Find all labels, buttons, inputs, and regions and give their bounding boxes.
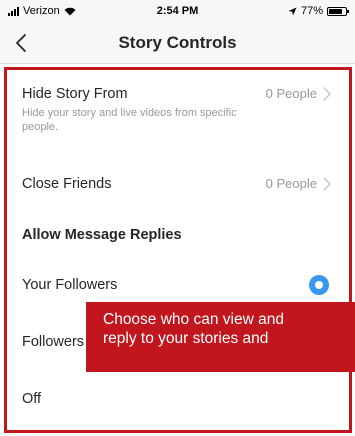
battery-icon xyxy=(327,6,349,16)
allow-message-replies-header: Allow Message Replies xyxy=(22,227,182,243)
hide-story-from-row[interactable]: Hide Story From Hide your story and live… xyxy=(22,86,335,134)
status-bar: Verizon 2:54 PM 77% xyxy=(0,0,355,22)
close-friends-count: 0 People xyxy=(265,176,317,191)
radio-selected-icon[interactable] xyxy=(309,275,329,295)
nav-bar: Story Controls xyxy=(0,22,355,64)
chevron-right-icon xyxy=(323,177,331,191)
page-title: Story Controls xyxy=(118,33,237,52)
option-label: Off xyxy=(22,391,42,407)
option-your-followers[interactable]: Your Followers xyxy=(22,275,335,295)
hide-story-from-count: 0 People xyxy=(265,86,317,101)
annotation-callout: Choose who can view and reply to your st… xyxy=(86,302,355,372)
option-label: Your Followers xyxy=(22,277,118,293)
settings-content: Hide Story From Hide your story and live… xyxy=(0,64,355,436)
battery-percent: 77% xyxy=(300,5,323,17)
option-off[interactable]: Off xyxy=(22,391,335,407)
status-right: 77% xyxy=(288,5,349,17)
location-icon xyxy=(288,7,297,15)
close-friends-row[interactable]: Close Friends 0 People xyxy=(22,176,335,192)
chevron-right-icon xyxy=(323,87,331,101)
hide-story-from-description: Hide your story and live videos from spe… xyxy=(22,107,237,133)
